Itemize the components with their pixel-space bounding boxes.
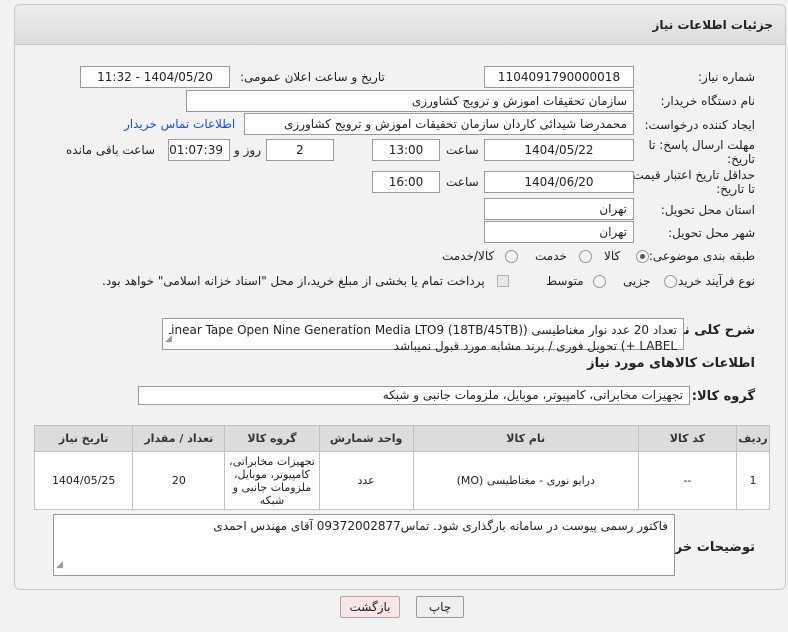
items-table: ردیف کد کالا نام کالا واحد شمارش گروه کا…: [33, 425, 770, 510]
reply-days-label: روز و: [234, 143, 261, 157]
back-button[interactable]: بازگشت: [340, 596, 400, 618]
goods-group-label: گروه کالا:: [691, 389, 755, 404]
remaining-time-field: 01:07:39: [168, 139, 230, 161]
category-option-service: خدمت: [535, 249, 567, 263]
delivery-city-field: تهران: [484, 221, 634, 243]
need-number-label: شماره نیاز:: [698, 70, 755, 84]
items-table-header: ردیف کد کالا نام کالا واحد شمارش گروه کا…: [33, 425, 770, 452]
category-option-goods-service: کالا/خدمت: [442, 249, 495, 263]
reply-days-field: 2: [266, 139, 334, 161]
reply-deadline-time-label: ساعت: [446, 143, 479, 157]
reply-deadline-time-field: 13:00: [372, 139, 440, 161]
buyer-org-field: سازمان تحقیقات اموزش و ترویج کشاورزی: [186, 90, 634, 112]
col-header-unit: واحد شمارش: [318, 425, 414, 452]
resize-grip-icon[interactable]: ◢: [56, 557, 63, 573]
buyer-contact-link[interactable]: اطلاعات تماس خریدار: [124, 117, 235, 131]
announce-datetime-field: 1404/05/20 - 11:32: [80, 66, 230, 88]
treasury-payment-checkbox[interactable]: [497, 275, 509, 287]
purchase-type-label: نوع فرآیند خرید :: [670, 274, 755, 288]
col-header-date: تاریخ نیاز: [33, 425, 134, 452]
cell-code: --: [637, 451, 738, 510]
panel-header: جزئیات اطلاعات نیاز: [15, 5, 785, 45]
price-validity-label-line2: تا تاریخ:: [716, 182, 755, 196]
category-radio-goods-service[interactable]: [505, 250, 518, 263]
cell-date: 1404/05/25: [33, 451, 134, 510]
col-header-name: نام کالا: [412, 425, 639, 452]
cell-row: 1: [736, 451, 770, 510]
col-header-group: گروه کالا: [224, 425, 320, 452]
category-radio-goods[interactable]: [636, 250, 649, 263]
price-validity-date-field: 1404/06/20: [484, 171, 634, 193]
requester-field: محمدرضا شیدائی کاردان سازمان تحقیقات امو…: [244, 113, 634, 135]
price-validity-label-line1: حداقل تاریخ اعتبار قیمت:: [628, 168, 755, 182]
buyer-notes-text: فاکتور رسمی پیوست در سامانه بارگذاری شود…: [213, 519, 668, 533]
purchase-type-option-minor: جزیی: [623, 274, 651, 288]
reply-deadline-label-line2: تاریخ:: [727, 152, 755, 166]
page-title: جزئیات اطلاعات نیاز: [652, 18, 773, 32]
delivery-province-field: تهران: [484, 198, 634, 220]
buyer-org-label: نام دستگاه خریدار:: [660, 94, 756, 108]
general-description-textarea: تعداد 20 عدد نوار مغناطیسی ((Tandberg Li…: [162, 318, 684, 353]
col-header-row: ردیف: [736, 425, 770, 452]
price-validity-time-label: ساعت: [446, 175, 479, 189]
reply-deadline-label-line1: مهلت ارسال پاسخ: تا: [648, 138, 755, 152]
buyer-notes-textarea: فاکتور رسمی پیوست در سامانه بارگذاری شود…: [53, 514, 675, 576]
resize-grip-icon[interactable]: ◢: [165, 331, 172, 347]
goods-group-field: تجهیزات مخابراتی، کامپیوتر، موبایل، ملزو…: [138, 386, 690, 405]
general-description-line1: تعداد 20 عدد نوار مغناطیسی ((Tandberg Li…: [169, 323, 677, 337]
category-radio-service[interactable]: [579, 250, 592, 263]
reply-deadline-date-field: 1404/05/22: [484, 139, 634, 161]
col-header-code: کد کالا: [637, 425, 738, 452]
category-option-goods: کالا: [604, 249, 621, 263]
col-header-qty: تعداد / مقدار: [132, 425, 226, 452]
cell-name: درایو نوری - مغناطیسی (MO): [412, 451, 639, 510]
category-label: طبقه بندی موضوعی:: [648, 249, 755, 263]
print-button[interactable]: چاپ: [416, 596, 464, 618]
cell-group: تجهیزات مخابراتی، کامپیوتر، موبایل، ملزو…: [224, 451, 320, 510]
treasury-payment-note: پرداخت تمام یا بخشی از مبلغ خرید،از محل …: [102, 274, 485, 288]
remaining-time-label: ساعت باقی مانده: [66, 143, 156, 157]
table-row[interactable]: 1 -- درایو نوری - مغناطیسی (MO) عدد تجهی…: [33, 451, 770, 510]
goods-info-title: اطلاعات کالاهای مورد نیاز: [587, 356, 755, 371]
delivery-city-label: شهر محل تحویل:: [668, 226, 755, 240]
purchase-type-option-medium: متوسط: [546, 274, 584, 288]
cell-unit: عدد: [318, 451, 414, 510]
need-number-field: 1104091790000018: [484, 66, 634, 88]
delivery-province-label: استان محل تحویل:: [660, 203, 755, 217]
cell-qty: 20: [132, 451, 226, 510]
general-description-line2: LABEL +) تحویل فوری / برند مشابه مورد قب…: [393, 339, 677, 353]
requester-label: ایجاد کننده درخواست:: [644, 118, 755, 132]
announce-datetime-label: تاریخ و ساعت اعلان عمومی:: [240, 70, 385, 84]
price-validity-time-field: 16:00: [372, 171, 440, 193]
purchase-type-radio-medium[interactable]: [593, 275, 606, 288]
purchase-type-radio-minor[interactable]: [664, 275, 677, 288]
